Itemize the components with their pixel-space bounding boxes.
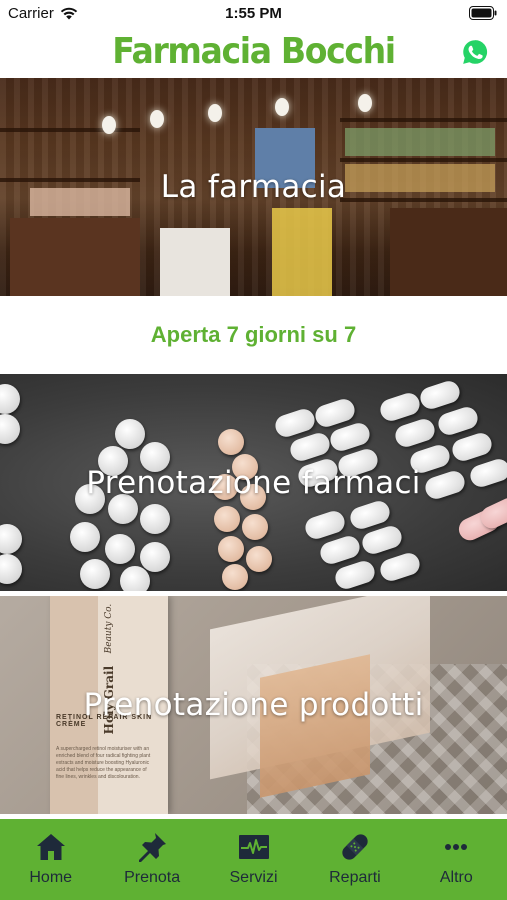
- tab-bar: Home Prenota Servizi Reparti Altro: [0, 819, 507, 900]
- tab-label: Servizi: [229, 869, 278, 886]
- whatsapp-icon[interactable]: [461, 38, 489, 66]
- app-screen: Carrier 1:55 PM Farmacia Bocchi La farma…: [0, 0, 507, 900]
- tab-altro[interactable]: Altro: [406, 819, 507, 900]
- tab-prenota[interactable]: Prenota: [101, 819, 202, 900]
- banner-caption: Prenotazione farmaci: [86, 464, 421, 501]
- tab-servizi[interactable]: Servizi: [203, 819, 304, 900]
- banner-prenotazione-prodotti[interactable]: Holy Grail Beauty Co. RETINOL REPAIR SKI…: [0, 596, 507, 814]
- heartbeat-icon: [238, 835, 269, 859]
- tab-home[interactable]: Home: [0, 819, 101, 900]
- banner-la-farmacia[interactable]: La farmacia: [0, 78, 507, 296]
- home-icon: [36, 834, 65, 860]
- tab-label: Home: [29, 869, 73, 886]
- banner-caption: Prenotazione prodotti: [83, 687, 424, 723]
- banner-prenotazione-farmaci[interactable]: Prenotazione farmaci: [0, 374, 507, 591]
- tab-label: Prenota: [124, 869, 181, 886]
- battery-icon: [469, 6, 497, 20]
- more-icon: [445, 844, 468, 850]
- banner-caption: La farmacia: [160, 169, 347, 205]
- tab-label: Altro: [439, 869, 473, 886]
- app-header: Farmacia Bocchi: [0, 28, 507, 78]
- status-bar: Carrier 1:55 PM: [0, 0, 507, 28]
- clock: 1:55 PM: [225, 5, 282, 22]
- app-title: Farmacia Bocchi: [112, 31, 396, 72]
- tab-label: Reparti: [329, 869, 381, 886]
- tab-reparti[interactable]: Reparti: [304, 819, 405, 900]
- pin-icon: [139, 833, 167, 862]
- bandage-icon: [342, 834, 368, 860]
- product-description: A supercharged retinol moisturiser with …: [56, 746, 151, 780]
- opening-hours-text: Aperta 7 giorni su 7: [150, 322, 357, 347]
